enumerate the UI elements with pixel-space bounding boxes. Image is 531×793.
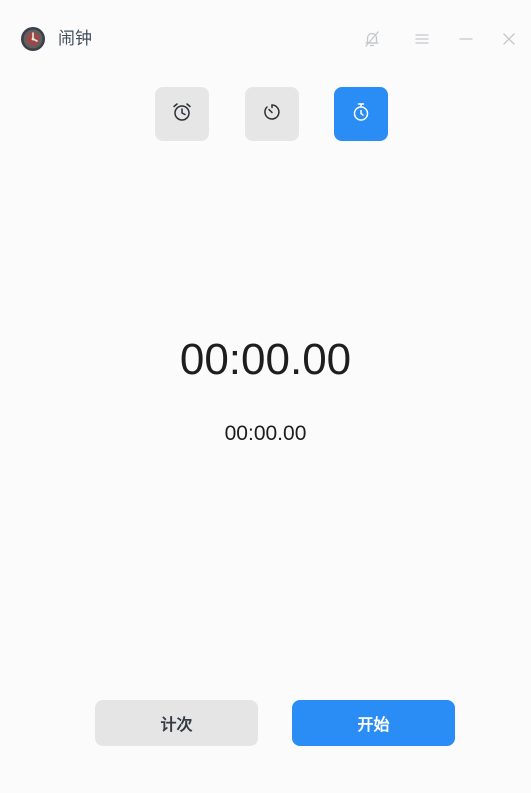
bell-mute-button[interactable]	[357, 24, 387, 54]
minimize-icon	[458, 32, 474, 46]
mode-stopwatch-button[interactable]	[334, 87, 388, 141]
stopwatch-total-time: 00:00.00	[179, 335, 352, 384]
start-button[interactable]: 开始	[292, 700, 455, 746]
menu-icon	[414, 32, 430, 46]
menu-button[interactable]	[407, 24, 437, 54]
close-button[interactable]	[494, 24, 524, 54]
app-title: 闹钟	[58, 29, 92, 49]
clock-app-icon	[20, 26, 46, 52]
mode-timer-button[interactable]	[245, 87, 299, 141]
stopwatch-lap-time: 00:00.00	[224, 422, 307, 445]
lap-button[interactable]: 计次	[95, 700, 258, 746]
close-icon	[502, 32, 516, 46]
stopwatch-icon	[350, 101, 372, 127]
clock-window: 闹钟 00:00.00 00:00.00 计次 开始	[0, 0, 531, 793]
minimize-button[interactable]	[451, 24, 481, 54]
alarm-clock-icon	[171, 101, 193, 127]
mode-alarm-button[interactable]	[155, 87, 209, 141]
title-bar: 闹钟	[0, 0, 531, 78]
timer-icon	[261, 101, 283, 127]
bell-mute-icon	[363, 30, 381, 48]
